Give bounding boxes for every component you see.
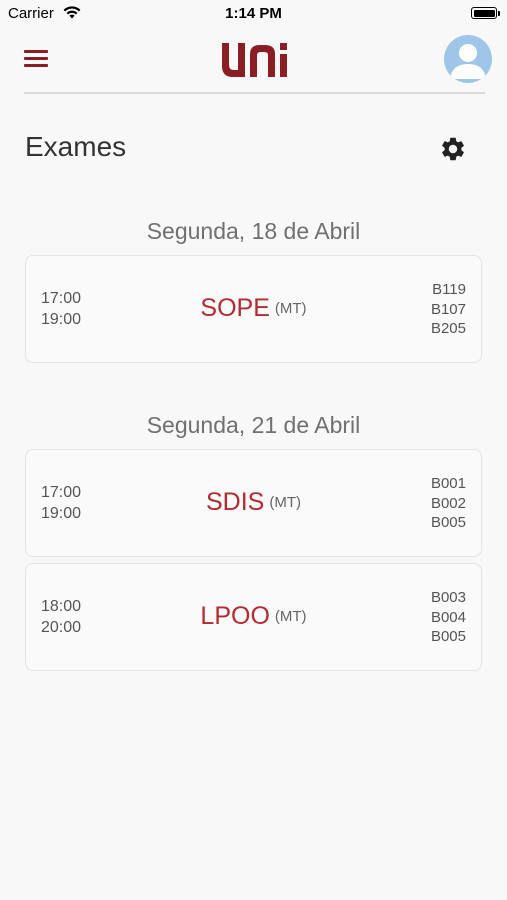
navbar-divider [24, 92, 485, 94]
exam-card-lpoo[interactable]: 18:00 20:00 LPOO (MT) B003 B004 B005 [25, 563, 482, 671]
exam-rooms: B119 B107 B205 [431, 280, 466, 339]
exam-room: B002 [430, 494, 466, 512]
exam-room: B005 [430, 514, 466, 531]
person-icon [450, 44, 486, 79]
battery-icon [471, 7, 500, 19]
exam-subject-name: SOPE [200, 294, 270, 322]
day-heading: Segunda, 18 de Abril [146, 218, 361, 244]
exam-room: B119 [432, 281, 466, 298]
exam-subject-name: LPOO [200, 602, 270, 630]
exam-type: (MT) [269, 494, 301, 511]
exam-subject-name: SDIS [205, 488, 265, 516]
exam-type: (MT) [274, 300, 307, 317]
exam-type: (MT) [274, 608, 307, 625]
exam-subject: LPOO (MT) [26, 602, 481, 631]
exam-room: B107 [430, 300, 466, 318]
exam-rooms: B003 B004 B005 [431, 588, 466, 647]
user-avatar-icon[interactable] [444, 35, 492, 83]
exam-subject: SOPE (MT) [26, 294, 481, 323]
page-title: Exames [25, 131, 127, 162]
exam-room: B001 [430, 475, 466, 492]
exam-room: B004 [430, 608, 466, 626]
exam-room: B003 [430, 589, 466, 606]
gear-icon[interactable] [439, 135, 467, 163]
exam-card-sope[interactable]: 17:00 19:00 SOPE (MT) B119 B107 B205 [25, 255, 482, 363]
clock: 1:14 PM [225, 5, 282, 22]
status-bar: Carrier 1:14 PM [0, 0, 507, 28]
exam-rooms: B001 B002 B005 [431, 474, 466, 533]
exam-room: B205 [430, 320, 466, 337]
exam-card-sdis[interactable]: 17:00 19:00 SDIS (MT) B001 B002 B005 [25, 449, 482, 557]
hamburger-icon[interactable] [24, 50, 48, 68]
exam-room: B005 [430, 628, 466, 645]
exam-subject: SDIS (MT) [26, 488, 481, 517]
day-heading: Segunda, 21 de Abril [146, 412, 361, 438]
uni-logo [222, 43, 287, 77]
